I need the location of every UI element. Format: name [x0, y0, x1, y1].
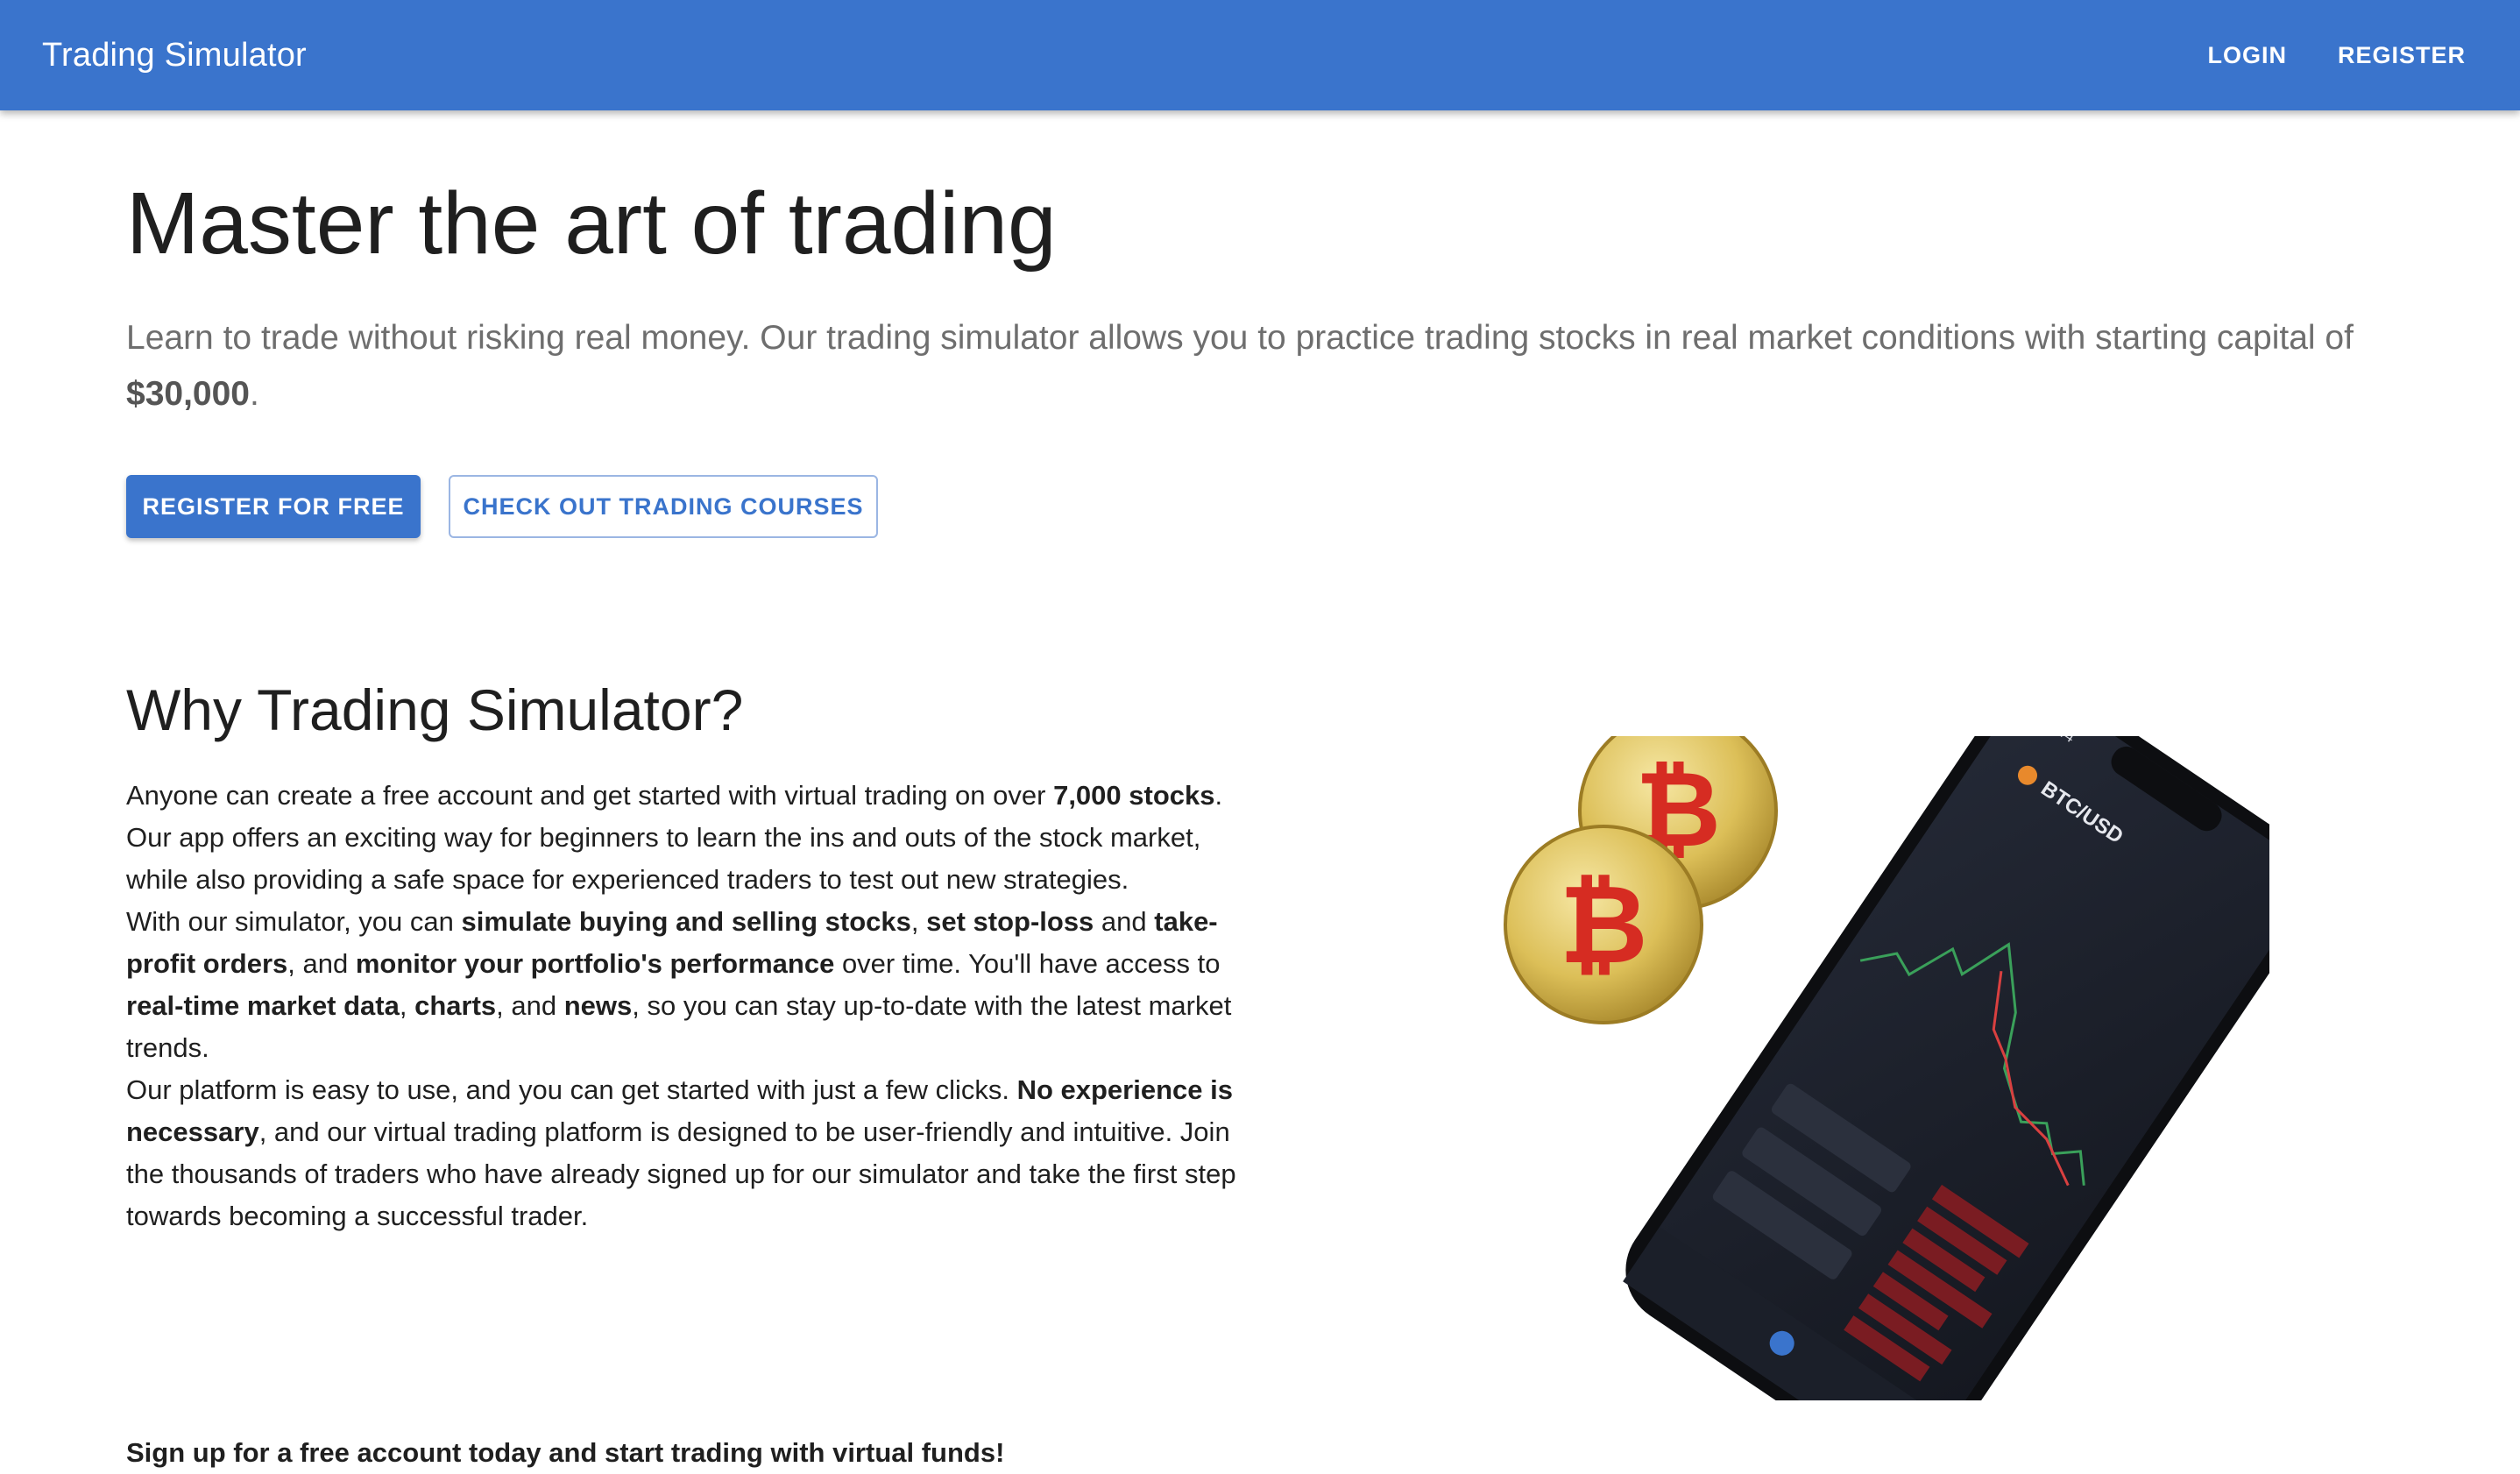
phone-and-coins-image: 09:44 BTC/USD: [1504, 681, 2318, 1474]
why-paragraph-3: Our platform is easy to use, and you can…: [126, 1069, 1265, 1237]
hero-subtitle-end: .: [249, 375, 259, 413]
why-paragraph-2: With our simulator, you can simulate buy…: [126, 901, 1265, 1069]
register-for-free-button[interactable]: REGISTER FOR FREE: [126, 475, 421, 538]
brand-title[interactable]: Trading Simulator: [42, 37, 307, 74]
app-bar: Trading Simulator LOGIN REGISTER: [0, 0, 2520, 110]
bitcoin-coin-front: ₿: [1504, 825, 1703, 1024]
why-section-body: Anyone can create a free account and get…: [126, 775, 1265, 1237]
register-link[interactable]: REGISTER: [2325, 32, 2478, 80]
why-p2-text: over time. You'll have access to: [834, 948, 1221, 979]
trading-courses-button[interactable]: CHECK OUT TRADING COURSES: [449, 475, 878, 538]
hero-subtitle: Learn to trade without risking real mone…: [126, 310, 2369, 422]
why-p2-text: and: [1094, 906, 1155, 937]
why-p1-text: Anyone can create a free account and get…: [126, 780, 1054, 811]
why-p2-highlight: set stop-loss: [926, 906, 1094, 937]
why-p2-highlight: simulate buying and selling stocks: [461, 906, 911, 937]
why-p2-highlight: news: [563, 990, 633, 1021]
why-p1-stocks-count: 7,000 stocks: [1053, 780, 1215, 811]
top-nav: LOGIN REGISTER: [2195, 32, 2478, 80]
why-p2-highlight: monitor your portfolio's performance: [355, 948, 835, 979]
hero-illustration: 09:44 BTC/USD: [1481, 681, 2318, 1474]
login-link[interactable]: LOGIN: [2195, 32, 2299, 80]
why-p2-highlight: real-time market data: [126, 990, 400, 1021]
hero-subtitle-text: Learn to trade without risking real mone…: [126, 319, 2354, 357]
bitcoin-symbol: ₿: [1559, 862, 1647, 989]
why-paragraph-1: Anyone can create a free account and get…: [126, 775, 1265, 901]
why-p2-text: ,: [910, 906, 927, 937]
why-p2-text: , and: [496, 990, 564, 1021]
hero-title: Master the art of trading: [126, 174, 1057, 273]
why-p2-highlight: charts: [414, 990, 497, 1021]
why-p3-text: , and our virtual trading platform is de…: [126, 1116, 1236, 1231]
why-p2-text: With our simulator, you can: [126, 906, 462, 937]
why-p2-text: , and: [287, 948, 356, 979]
signup-callout: Sign up for a free account today and sta…: [126, 1437, 1005, 1468]
why-section-title: Why Trading Simulator?: [126, 677, 744, 742]
starting-capital: $30,000: [126, 375, 250, 413]
why-p2-text: ,: [399, 990, 415, 1021]
why-p3-text: Our platform is easy to use, and you can…: [126, 1074, 1017, 1105]
